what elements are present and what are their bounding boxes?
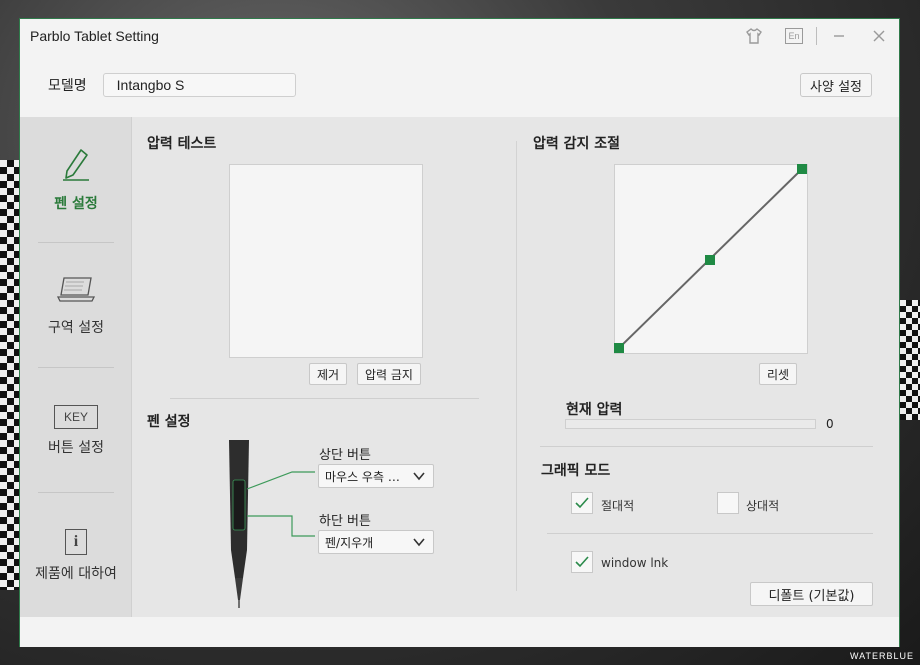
- reset-button[interactable]: 리셋: [759, 363, 798, 385]
- curve-handle-end[interactable]: [797, 164, 807, 174]
- graphic-mode-title: 그래픽 모드: [541, 463, 611, 479]
- disable-pressure-button[interactable]: 압력 금지: [357, 363, 421, 385]
- upper-button-label: 상단 버튼: [319, 448, 371, 463]
- window-title: Parblo Tablet Setting: [30, 28, 159, 44]
- dropdown-value: 마우스 우측 …: [325, 469, 400, 484]
- sidebar-item-label: 버튼 설정: [48, 439, 104, 456]
- default-button[interactable]: 디폴트 (기본값): [750, 582, 873, 606]
- lower-button-label: 하단 버튼: [319, 514, 371, 529]
- windows-ink-checkbox[interactable]: [571, 551, 593, 573]
- model-label: 모델명: [48, 78, 87, 94]
- language-icon[interactable]: En: [774, 19, 814, 53]
- pen-settings-title: 펜 설정: [147, 414, 191, 430]
- watermark: WATERBLUE: [849, 651, 914, 661]
- shirt-icon[interactable]: [734, 19, 774, 53]
- curve-handle-start[interactable]: [614, 343, 624, 353]
- titlebar-controls: En: [734, 19, 899, 53]
- section-divider: [547, 533, 873, 534]
- current-pressure-bar: [565, 419, 816, 429]
- spec-settings-button[interactable]: 사양 설정: [800, 73, 872, 97]
- pressure-sensitivity-title: 압력 감지 조절: [533, 136, 621, 152]
- relative-mode-label: 상대적: [746, 499, 780, 513]
- upper-button-dropdown[interactable]: 마우스 우측 …: [318, 464, 434, 488]
- dropdown-value: 펜/지우개: [325, 535, 374, 550]
- model-select[interactable]: Intangbo S: [102, 73, 296, 97]
- sidebar-item-pen-settings[interactable]: 펜 설정: [20, 117, 132, 242]
- pressure-curve-graph[interactable]: [614, 164, 808, 354]
- sidebar-item-about[interactable]: i 제품에 대하여: [20, 493, 132, 618]
- clear-button[interactable]: 제거: [309, 363, 348, 385]
- chevron-down-icon: [413, 472, 425, 481]
- laptop-icon: [56, 275, 96, 309]
- pressure-test-canvas[interactable]: [229, 164, 423, 358]
- sidebar-item-label: 제품에 대하여: [35, 565, 117, 582]
- absolute-mode-checkbox[interactable]: [571, 492, 593, 514]
- lower-button-dropdown[interactable]: 펜/지우개: [318, 530, 434, 554]
- pen-illustration: [225, 440, 315, 614]
- sidebar-item-label: 구역 설정: [48, 319, 104, 336]
- windows-ink-label: window lnk: [601, 556, 669, 570]
- section-divider: [540, 446, 873, 447]
- section-divider: [170, 398, 479, 399]
- key-icon: KEY: [54, 404, 98, 429]
- sidebar: 펜 설정 구역 설정 KEY 버튼 설정 i 제품에 대하여: [20, 117, 132, 617]
- settings-window: Parblo Tablet Setting En 모델명 Intangbo S …: [19, 18, 900, 647]
- minimize-icon[interactable]: [819, 19, 859, 53]
- checkmark-icon: [575, 556, 589, 568]
- close-icon[interactable]: [859, 19, 899, 53]
- info-icon: i: [65, 528, 87, 555]
- sidebar-item-label: 펜 설정: [54, 195, 98, 212]
- absolute-mode-label: 절대적: [601, 499, 635, 513]
- curve-handle-mid[interactable]: [705, 255, 715, 265]
- sidebar-item-area-settings[interactable]: 구역 설정: [20, 243, 132, 368]
- checkmark-icon: [575, 497, 589, 509]
- current-pressure-label: 현재 압력: [566, 402, 623, 418]
- model-row: 모델명 Intangbo S: [20, 53, 899, 117]
- window-footer: [20, 617, 899, 647]
- background-checker-pattern-right: [900, 300, 920, 420]
- chevron-down-icon: [413, 538, 425, 547]
- column-divider: [516, 141, 517, 591]
- titlebar-separator: [816, 27, 817, 45]
- current-pressure-value: 0: [826, 417, 834, 431]
- language-code: En: [785, 28, 803, 44]
- pen-icon: [61, 147, 91, 185]
- relative-mode-checkbox[interactable]: [717, 492, 739, 514]
- pressure-test-title: 압력 테스트: [147, 136, 217, 152]
- main-content: 펜 설정 구역 설정 KEY 버튼 설정 i 제품에 대하여 압력 테스트 제거…: [20, 117, 899, 617]
- sidebar-item-button-settings[interactable]: KEY 버튼 설정: [20, 368, 132, 493]
